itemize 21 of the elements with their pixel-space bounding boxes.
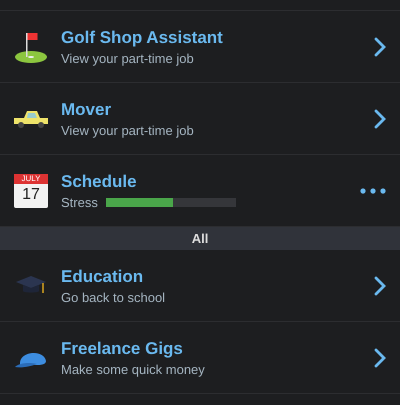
row-subtitle: Go back to school xyxy=(61,290,166,304)
row-title: Freelance Gigs xyxy=(61,338,184,358)
row-title: Education xyxy=(61,266,144,286)
more-icon[interactable] xyxy=(360,188,386,194)
chevron-icon xyxy=(374,108,386,128)
calendar-icon: JULY 17 xyxy=(14,174,48,208)
row-title: Schedule xyxy=(61,172,138,192)
row-subtitle: View your part-time job xyxy=(61,122,195,138)
list-row[interactable]: Freelance Gigs Make some quick money xyxy=(0,322,400,394)
row-subtitle: View your part-time job xyxy=(61,50,195,66)
section-header: All xyxy=(0,227,400,250)
list-row[interactable]: Mover View your part-time job xyxy=(0,83,400,155)
row-subtitle: Make some quick money xyxy=(61,362,206,376)
chevron-icon xyxy=(374,276,386,296)
chevron-icon xyxy=(374,36,386,56)
row-title: Golf Shop Assistant xyxy=(61,28,224,48)
list-row[interactable]: Golf Shop Assistant View your part-time job xyxy=(0,11,400,83)
chevron-icon xyxy=(374,348,386,368)
meter-label: Stress xyxy=(61,194,98,210)
row-title: Mover xyxy=(61,100,112,120)
list-row[interactable]: Education Go back to school xyxy=(0,250,400,322)
